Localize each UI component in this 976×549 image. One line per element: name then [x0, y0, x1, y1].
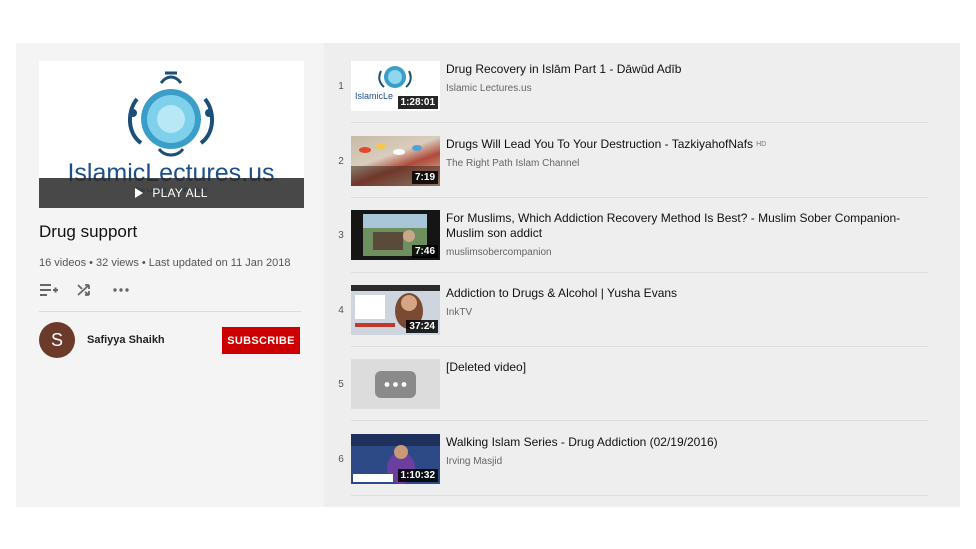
- hd-badge: HD: [756, 141, 767, 148]
- video-index: 4: [338, 304, 344, 316]
- avatar[interactable]: S: [39, 322, 75, 358]
- duration-badge: 1:28:01: [397, 96, 438, 109]
- video-title[interactable]: Drug Recovery in Islām Part 1 - Dāwūd Ad…: [446, 62, 916, 77]
- playlist-stats: 16 videos • 32 views • Last updated on 1…: [39, 257, 291, 269]
- list-item[interactable]: 3 7:46 For Muslims, Which Addiction Reco…: [324, 210, 928, 285]
- video-thumbnail[interactable]: 7:46: [351, 210, 440, 260]
- thumbnail-logo-lettering: IslamicLe: [355, 91, 393, 101]
- row-divider: [351, 495, 928, 496]
- video-thumbnail[interactable]: 1:10:32: [351, 434, 440, 484]
- playlist-actions: [38, 280, 132, 300]
- playlist-sidebar: IslamicLectures.us The Largest ... on th…: [16, 43, 324, 507]
- duration-badge: 1:10:32: [397, 469, 438, 482]
- list-item[interactable]: 4 37:24 Addiction to Drugs & Alcohol | Y…: [324, 285, 928, 360]
- play-all-label: PLAY ALL: [152, 186, 208, 200]
- duration-badge: 37:24: [406, 320, 438, 333]
- deleted-video-icon: [351, 359, 440, 409]
- video-title[interactable]: For Muslims, Which Addiction Recovery Me…: [446, 211, 916, 241]
- row-divider: [351, 346, 928, 347]
- row-divider: [351, 420, 928, 421]
- more-icon[interactable]: [110, 280, 132, 300]
- duration-badge: 7:19: [411, 171, 438, 184]
- video-thumbnail[interactable]: [351, 359, 440, 409]
- channel-name[interactable]: Irving Masjid: [446, 456, 502, 467]
- channel-name[interactable]: muslimsobercompanion: [446, 247, 552, 258]
- playlist-page: IslamicLectures.us The Largest ... on th…: [16, 43, 960, 507]
- video-thumbnail[interactable]: 37:24: [351, 285, 440, 335]
- video-index: 2: [338, 155, 344, 167]
- video-title[interactable]: Walking Islam Series - Drug Addiction (0…: [446, 435, 916, 450]
- video-list: 1 IslamicLe 1:28:01 Drug Recovery in Isl…: [324, 43, 960, 507]
- video-index: 6: [338, 453, 344, 465]
- channel-name[interactable]: The Right Path Islam Channel: [446, 158, 579, 169]
- video-title[interactable]: Addiction to Drugs & Alcohol | Yusha Eva…: [446, 286, 916, 301]
- list-item[interactable]: 6 1:10:32 Walking Islam Series - Drug Ad…: [324, 434, 928, 507]
- video-thumbnail[interactable]: 7:19: [351, 136, 440, 186]
- playlist-thumbnail[interactable]: IslamicLectures.us The Largest ... on th…: [39, 61, 304, 208]
- duration-badge: 7:46: [411, 245, 438, 258]
- channel-name[interactable]: Islamic Lectures.us: [446, 83, 532, 94]
- row-divider: [351, 272, 928, 273]
- play-icon: [135, 188, 144, 198]
- list-item[interactable]: 2 7:19 Drugs Will Lead You To Your Destr…: [324, 136, 928, 211]
- shuffle-icon[interactable]: [74, 280, 96, 300]
- list-item[interactable]: 1 IslamicLe 1:28:01 Drug Recovery in Isl…: [324, 61, 928, 136]
- sidebar-divider: [39, 311, 301, 312]
- video-index: 3: [338, 229, 344, 241]
- video-index: 1: [338, 80, 344, 92]
- row-divider: [351, 122, 928, 123]
- video-thumbnail[interactable]: IslamicLe 1:28:01: [351, 61, 440, 111]
- video-index: 5: [338, 378, 344, 390]
- subscribe-button[interactable]: SUBSCRIBE: [222, 327, 300, 354]
- playlist-title: Drug support: [39, 222, 138, 241]
- play-all-button[interactable]: PLAY ALL: [39, 178, 304, 208]
- list-item[interactable]: 5 [Deleted video]: [324, 359, 928, 434]
- video-title[interactable]: [Deleted video]: [446, 360, 916, 375]
- add-to-queue-icon[interactable]: [38, 280, 60, 300]
- channel-name[interactable]: InkTV: [446, 307, 472, 318]
- owner-name[interactable]: Safiyya Shaikh: [87, 334, 165, 346]
- row-divider: [351, 197, 928, 198]
- video-title[interactable]: Drugs Will Lead You To Your Destruction …: [446, 137, 916, 152]
